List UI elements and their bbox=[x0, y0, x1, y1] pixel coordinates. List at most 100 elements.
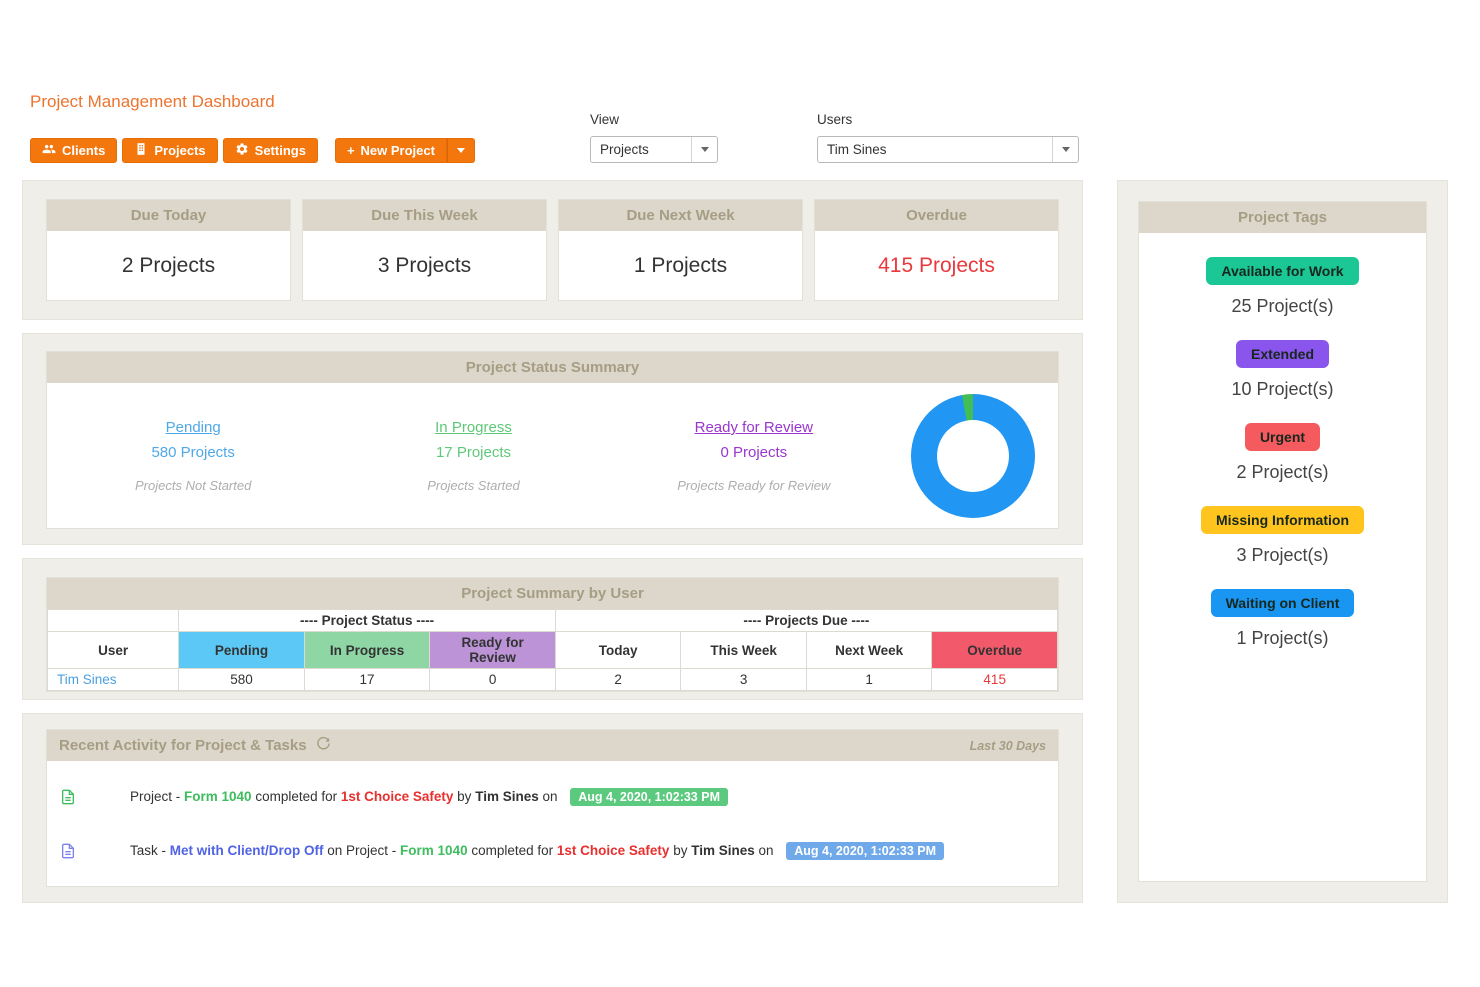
due-stats-panel: Due Today 2 Projects Due This Week 3 Pro… bbox=[22, 180, 1083, 320]
activity-range-label: Last 30 Days bbox=[970, 739, 1046, 753]
user-link[interactable]: Tim Sines bbox=[48, 669, 179, 691]
user-summary-table: ---- Project Status ---- ---- Projects D… bbox=[47, 609, 1058, 691]
table-row: Tim Sines 580 17 0 2 3 1 415 bbox=[48, 669, 1058, 691]
toolbar: Clients Projects Settings + New Project bbox=[30, 138, 475, 163]
cell-ready-for-review: 0 bbox=[430, 669, 556, 691]
stat-card-value: 3 Projects bbox=[303, 231, 546, 300]
activity-list: Project - Form 1040 completed for 1st Ch… bbox=[47, 761, 1058, 887]
ready-for-review-link[interactable]: Ready for Review bbox=[695, 419, 813, 436]
pending-link[interactable]: Pending bbox=[166, 419, 221, 436]
activity-user: Tim Sines bbox=[475, 789, 539, 804]
users-icon bbox=[42, 142, 56, 159]
activity-user: Tim Sines bbox=[691, 843, 755, 858]
users-select[interactable]: Tim Sines bbox=[817, 136, 1079, 163]
tag-group: Extended 10 Project(s) bbox=[1139, 340, 1426, 400]
projects-button[interactable]: Projects bbox=[122, 138, 217, 163]
tag-group: Urgent 2 Project(s) bbox=[1139, 423, 1426, 483]
stat-card-value: 1 Projects bbox=[559, 231, 802, 300]
recent-activity-panel: Recent Activity for Project & Tasks Last… bbox=[22, 713, 1083, 903]
clients-button[interactable]: Clients bbox=[30, 138, 117, 163]
chevron-down-icon bbox=[691, 137, 717, 162]
view-select[interactable]: Projects bbox=[590, 136, 718, 163]
chevron-down-icon bbox=[1052, 137, 1078, 162]
stat-card-due-next-week: Due Next Week 1 Projects bbox=[558, 199, 803, 301]
tag-group: Missing Information 3 Project(s) bbox=[1139, 506, 1426, 566]
column-header-row: User Pending In Progress Ready for Revie… bbox=[48, 632, 1058, 669]
activity-row: Project - Form 1040 completed for 1st Ch… bbox=[60, 774, 1045, 819]
activity-kind-label: Project - bbox=[130, 789, 184, 804]
users-filter: Users Tim Sines bbox=[817, 112, 1079, 163]
stat-card-title: Due This Week bbox=[303, 200, 546, 231]
clients-button-label: Clients bbox=[62, 143, 105, 158]
cell-overdue: 415 bbox=[932, 669, 1058, 691]
cell-next-week: 1 bbox=[806, 669, 932, 691]
project-tags-panel: Project Tags Available for Work 25 Proje… bbox=[1117, 180, 1448, 903]
group-header-status: ---- Project Status ---- bbox=[179, 610, 556, 632]
new-project-button-label: New Project bbox=[361, 143, 435, 158]
new-project-dropdown-toggle[interactable] bbox=[447, 138, 475, 163]
client-link[interactable]: 1st Choice Safety bbox=[341, 789, 454, 804]
tag-available-for-work[interactable]: Available for Work bbox=[1206, 257, 1358, 285]
pending-count: 580 Projects bbox=[53, 444, 333, 461]
timestamp-badge: Aug 4, 2020, 1:02:33 PM bbox=[786, 842, 944, 860]
in-progress-link[interactable]: In Progress bbox=[435, 419, 512, 436]
ready-for-review-note: Projects Ready for Review bbox=[614, 478, 894, 493]
dashboard-page: Project Management Dashboard Clients Pro… bbox=[0, 0, 1480, 987]
activity-row: Task - Met with Client/Drop Off on Proje… bbox=[60, 828, 1045, 873]
recent-activity-title: Recent Activity for Project & Tasks bbox=[59, 737, 307, 754]
stat-card-due-this-week: Due This Week 3 Projects bbox=[302, 199, 547, 301]
stat-card-due-today: Due Today 2 Projects bbox=[46, 199, 291, 301]
task-link[interactable]: Met with Client/Drop Off bbox=[170, 843, 324, 858]
tag-count: 10 Project(s) bbox=[1139, 379, 1426, 400]
tag-group: Waiting on Client 1 Project(s) bbox=[1139, 589, 1426, 649]
project-link[interactable]: Form 1040 bbox=[400, 843, 468, 858]
activity-row: Task - Signed Efile Documents on Project… bbox=[60, 882, 1045, 887]
cell-pending: 580 bbox=[179, 669, 305, 691]
col-user: User bbox=[48, 632, 179, 669]
users-filter-label: Users bbox=[817, 112, 1079, 127]
view-filter-label: View bbox=[590, 112, 718, 127]
cell-in-progress: 17 bbox=[304, 669, 430, 691]
project-link[interactable]: Form 1040 bbox=[184, 789, 252, 804]
col-next-week: Next Week bbox=[806, 632, 932, 669]
group-header-row: ---- Project Status ---- ---- Projects D… bbox=[48, 610, 1058, 632]
col-ready-for-review: Ready for Review bbox=[430, 632, 556, 669]
cell-this-week: 3 bbox=[681, 669, 807, 691]
client-link[interactable]: 1st Choice Safety bbox=[557, 843, 670, 858]
stat-card-title: Overdue bbox=[815, 200, 1058, 231]
page-title: Project Management Dashboard bbox=[30, 92, 275, 112]
tag-urgent[interactable]: Urgent bbox=[1245, 423, 1320, 451]
plus-icon: + bbox=[347, 143, 355, 158]
pending-note: Projects Not Started bbox=[53, 478, 333, 493]
settings-button-label: Settings bbox=[255, 143, 306, 158]
tag-count: 25 Project(s) bbox=[1139, 296, 1426, 317]
col-pending: Pending bbox=[179, 632, 305, 669]
tag-count: 1 Project(s) bbox=[1139, 628, 1426, 649]
activity-kind-label: Task - bbox=[130, 843, 170, 858]
col-in-progress: In Progress bbox=[304, 632, 430, 669]
file-text-icon bbox=[60, 789, 76, 805]
ready-for-review-count: 0 Projects bbox=[614, 444, 894, 461]
col-overdue: Overdue bbox=[932, 632, 1058, 669]
stat-card-title: Due Next Week bbox=[559, 200, 802, 231]
new-project-button[interactable]: + New Project bbox=[335, 138, 447, 163]
tag-extended[interactable]: Extended bbox=[1236, 340, 1329, 368]
col-today: Today bbox=[555, 632, 681, 669]
status-col-pending: Pending 580 Projects Projects Not Starte… bbox=[53, 419, 333, 493]
in-progress-note: Projects Started bbox=[333, 478, 613, 493]
status-summary-title: Project Status Summary bbox=[47, 352, 1058, 383]
gear-icon bbox=[235, 142, 249, 159]
tag-waiting-on-client[interactable]: Waiting on Client bbox=[1211, 589, 1355, 617]
chevron-down-icon bbox=[457, 148, 465, 153]
refresh-icon[interactable] bbox=[316, 736, 331, 755]
status-col-in-progress: In Progress 17 Projects Projects Started bbox=[333, 419, 613, 493]
cell-today: 2 bbox=[555, 669, 681, 691]
settings-button[interactable]: Settings bbox=[223, 138, 318, 163]
stat-card-value: 2 Projects bbox=[47, 231, 290, 300]
stat-card-title: Due Today bbox=[47, 200, 290, 231]
tag-missing-information[interactable]: Missing Information bbox=[1201, 506, 1364, 534]
new-project-split-button: + New Project bbox=[335, 138, 475, 163]
projects-button-label: Projects bbox=[154, 143, 205, 158]
tag-count: 2 Project(s) bbox=[1139, 462, 1426, 483]
tag-group: Available for Work 25 Project(s) bbox=[1139, 233, 1426, 317]
